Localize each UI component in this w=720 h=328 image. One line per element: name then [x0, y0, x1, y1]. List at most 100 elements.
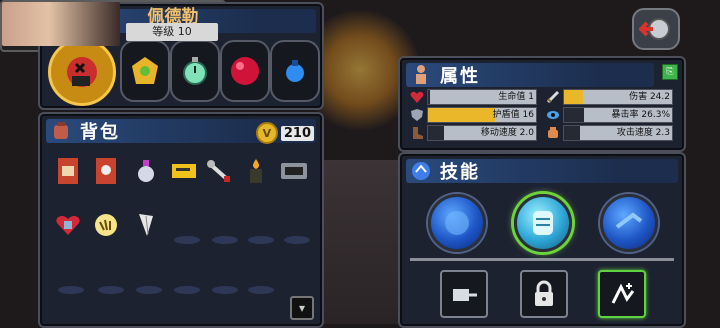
equip-slot-glove[interactable]	[48, 38, 116, 106]
attr-health-fill	[428, 90, 430, 104]
backpack-icon	[54, 122, 68, 139]
skill-upgrade-icon	[611, 283, 635, 304]
attr-speed-label: 移动速度 2.0	[480, 128, 534, 138]
skill-button-punch[interactable]	[440, 270, 488, 318]
attr-attack-speed: 攻击速度 2.3	[546, 125, 673, 141]
bag-item-red-card[interactable]	[52, 156, 84, 186]
bag-item-feather[interactable]	[130, 210, 162, 240]
crystal-bottle-icon	[138, 160, 154, 182]
skill-button-upgrade[interactable]	[598, 270, 646, 318]
empty-slot[interactable]	[284, 236, 310, 244]
bag-item-ticket[interactable]	[168, 156, 200, 186]
skull-card-icon	[96, 158, 116, 184]
bag-item-crystal[interactable]	[130, 156, 162, 186]
attr-crit-label: 暴击率 26.3%	[611, 110, 670, 120]
red-orb-icon	[231, 57, 259, 85]
back-button[interactable]	[632, 8, 680, 50]
attr-attack-speed-label: 攻击速度 2.3	[616, 128, 670, 138]
skill-button-locked[interactable]	[520, 270, 568, 318]
lock-icon	[535, 280, 553, 306]
golden-claw-icon	[95, 214, 117, 236]
flame-bottle-icon	[250, 159, 262, 183]
equip-slot-orb[interactable]	[220, 40, 270, 102]
attr-damage-label: 伤害 24.2	[629, 92, 670, 102]
empty-slot[interactable]	[212, 286, 238, 294]
attr-crit-bar: 暴击率 26.3%	[563, 107, 673, 123]
empty-slot[interactable]	[248, 286, 274, 294]
bag-item-skull-card[interactable]	[90, 156, 122, 186]
attributes-panel: 属性 ⎘ 生命值 1 护盾值 16 移动速度 2.0 伤害 24.2 暴击率 2…	[398, 56, 686, 152]
skill-orb-dash[interactable]	[600, 194, 658, 252]
white-feather-icon	[139, 214, 153, 236]
boxing-glove-icon	[67, 57, 97, 87]
coin-amount: 210	[280, 125, 314, 141]
coin-counter: V 210	[255, 122, 314, 144]
shield-icon	[411, 109, 423, 121]
attr-health-label: 生命值 1	[498, 92, 534, 102]
dash-skill-icon	[615, 212, 643, 229]
armor-skill-icon	[533, 211, 553, 235]
attr-shield-fill	[428, 108, 495, 122]
backpack-title: 背包	[80, 122, 120, 143]
empty-slot[interactable]	[174, 286, 200, 294]
sword-icon	[546, 90, 560, 104]
attr-shield: 护盾值 16	[410, 107, 537, 123]
attr-speed-fill	[428, 126, 444, 140]
skills-header: 技能	[406, 159, 678, 183]
empty-slot[interactable]	[248, 236, 274, 244]
bag-item-flame[interactable]	[240, 156, 272, 186]
skill-orb-punch[interactable]	[428, 194, 486, 252]
skills-panel: 技能	[398, 152, 686, 328]
attr-damage-fill	[564, 90, 584, 104]
heart-shield-icon	[56, 216, 80, 235]
wrench-icon	[207, 160, 230, 182]
equip-slot-stopwatch[interactable]	[170, 40, 220, 102]
attr-attack-speed-bar: 攻击速度 2.3	[563, 125, 673, 141]
attr-speed-bar: 移动速度 2.0	[427, 125, 537, 141]
empty-slot[interactable]	[212, 236, 238, 244]
attr-health: 生命值 1	[410, 89, 537, 105]
attributes-title: 属性	[440, 66, 480, 87]
attributes-header: 属性	[406, 63, 654, 87]
attr-health-bar: 生命值 1	[427, 89, 537, 105]
attr-shield-bar: 护盾值 16	[427, 107, 537, 123]
boot-icon	[413, 127, 423, 139]
backpack-panel: 背包 V 210 ▾	[38, 112, 324, 328]
attr-crit-fill	[564, 108, 584, 122]
attr-attack-speed-fill	[564, 126, 580, 140]
hero-portrait	[2, 2, 120, 46]
skills-title: 技能	[440, 162, 480, 183]
fist-icon	[548, 127, 558, 138]
bag-item-heart-shield[interactable]	[52, 210, 84, 240]
golden-emblem-icon	[132, 57, 158, 84]
back-arrow-icon	[639, 18, 670, 40]
equip-slot-emblem[interactable]	[120, 40, 170, 102]
attr-shield-label: 护盾值 16	[492, 110, 534, 120]
stopwatch-icon	[183, 57, 207, 85]
eye-icon	[547, 111, 559, 119]
heart-icon	[410, 91, 424, 103]
bag-item-claw[interactable]	[90, 210, 122, 240]
body-icon	[416, 65, 426, 84]
bag-sort-button[interactable]: ▾	[290, 296, 314, 320]
blue-potion-icon	[286, 60, 304, 82]
equip-slot-potion[interactable]	[270, 40, 320, 102]
skill-orb-armor[interactable]	[514, 194, 572, 252]
attr-damage-bar: 伤害 24.2	[563, 89, 673, 105]
bag-item-wrench[interactable]	[204, 156, 236, 186]
skill-divider	[410, 258, 674, 261]
empty-slot[interactable]	[136, 286, 162, 294]
attr-crit: 暴击率 26.3%	[546, 107, 673, 123]
skill-orb-icon	[412, 162, 430, 180]
yellow-ticket-icon	[172, 164, 196, 178]
punch-skill-icon	[453, 289, 477, 301]
empty-slot[interactable]	[174, 236, 200, 244]
attr-damage: 伤害 24.2	[546, 89, 673, 105]
red-card-icon	[58, 158, 78, 184]
empty-slot[interactable]	[98, 286, 124, 294]
bag-item-device[interactable]	[278, 156, 310, 186]
coin-icon: V	[255, 122, 278, 144]
empty-slot[interactable]	[58, 286, 84, 294]
blue-punch-icon	[445, 211, 469, 235]
copy-stats-button[interactable]: ⎘	[662, 64, 678, 80]
